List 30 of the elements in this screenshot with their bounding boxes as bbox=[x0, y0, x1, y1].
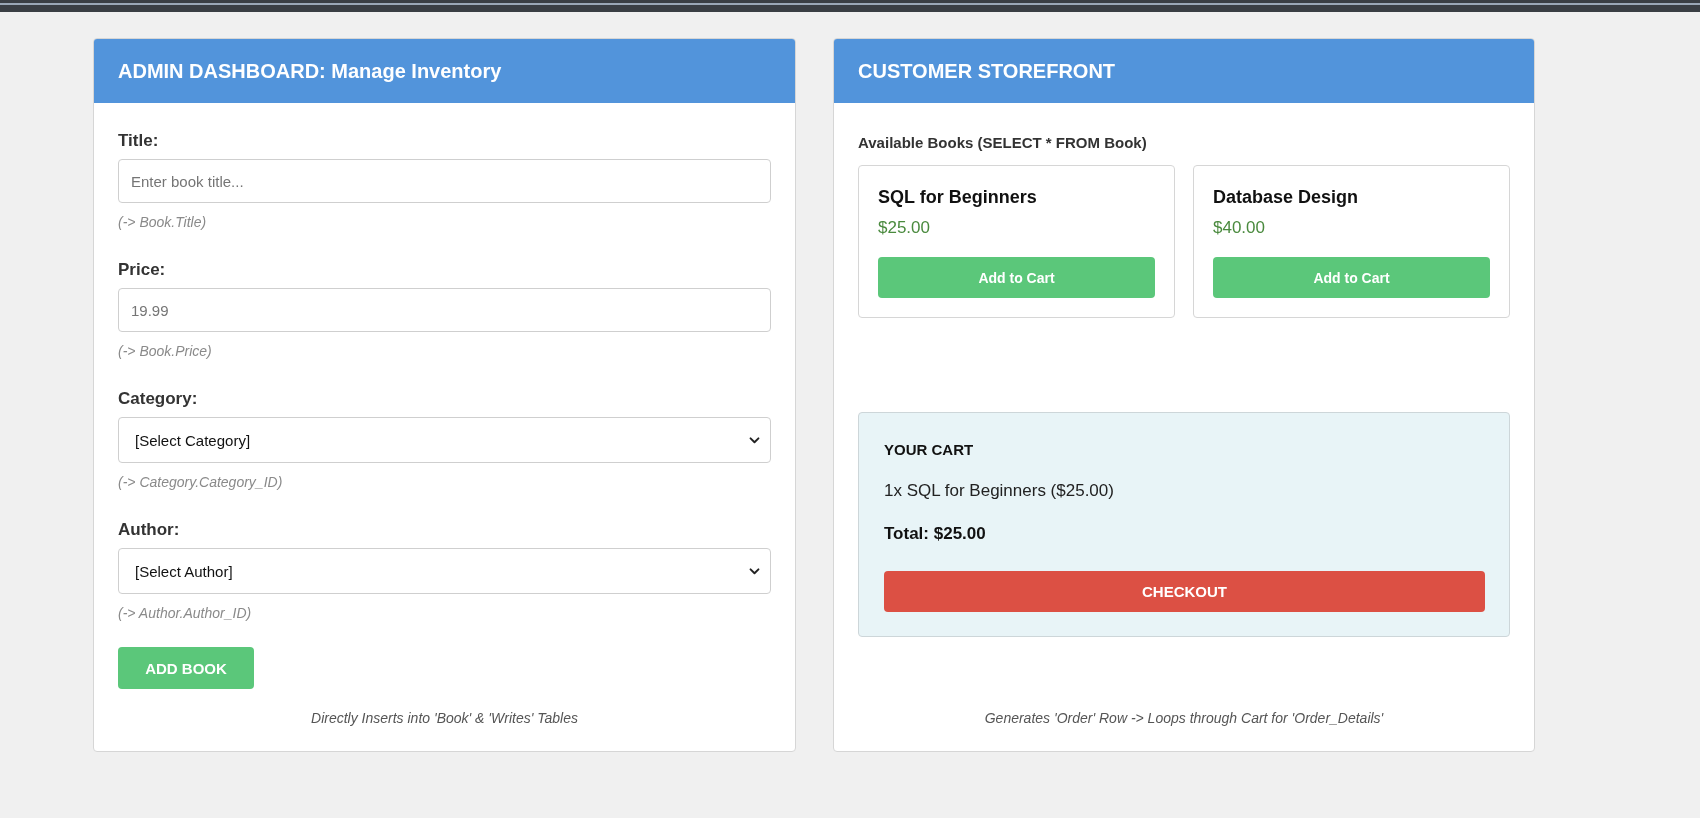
dropdown-select[interactable]: [Select Category] bbox=[118, 417, 771, 463]
panel-header: CUSTOMER STOREFRONT bbox=[834, 39, 1534, 103]
chevron-down-icon bbox=[749, 436, 760, 444]
field-hint: (-> Category.Category_ID) bbox=[118, 473, 283, 491]
field-hint: (-> Author.Author_ID) bbox=[118, 604, 252, 622]
input-field[interactable]: 19.99 bbox=[118, 288, 771, 332]
section-label: Available Books (SELECT * FROM Book) bbox=[858, 133, 1148, 153]
field-hint: (-> Book.Title) bbox=[118, 213, 207, 231]
field-label: Category: bbox=[118, 388, 198, 410]
cart-total: Total: $25.00 bbox=[884, 523, 986, 545]
footer-note: Directly Inserts into 'Book' & 'Writes' Tables bbox=[311, 709, 578, 727]
input-field[interactable]: Enter book title... bbox=[118, 159, 771, 203]
cart-item: 1x SQL for Beginners ($25.00) bbox=[884, 480, 1114, 502]
field-hint: (-> Book.Price) bbox=[118, 342, 212, 360]
chevron-down-icon bbox=[749, 567, 760, 575]
add-to-cart-button[interactable]: Add to Cart bbox=[878, 257, 1155, 298]
cart-title: YOUR CART bbox=[884, 440, 974, 460]
add-book-button[interactable]: ADD BOOK bbox=[118, 647, 254, 689]
dropdown-select[interactable]: [Select Author] bbox=[118, 548, 771, 594]
book-price: $25.00 bbox=[878, 217, 930, 239]
book-price: $40.00 bbox=[1213, 217, 1265, 239]
footer-note: Generates 'Order' Row -> Loops through Cart for 'Order_Details' bbox=[984, 709, 1384, 727]
field-label: Price: bbox=[118, 259, 166, 281]
checkout-button[interactable]: CHECKOUT bbox=[884, 571, 1485, 612]
add-to-cart-button[interactable]: Add to Cart bbox=[1213, 257, 1490, 298]
book-title: Database Design bbox=[1213, 186, 1359, 208]
field-label: Author: bbox=[118, 519, 180, 541]
panel-header: ADMIN DASHBOARD: Manage Inventory bbox=[94, 39, 795, 103]
field-label: Title: bbox=[118, 130, 159, 152]
book-title: SQL for Beginners bbox=[878, 186, 1037, 208]
